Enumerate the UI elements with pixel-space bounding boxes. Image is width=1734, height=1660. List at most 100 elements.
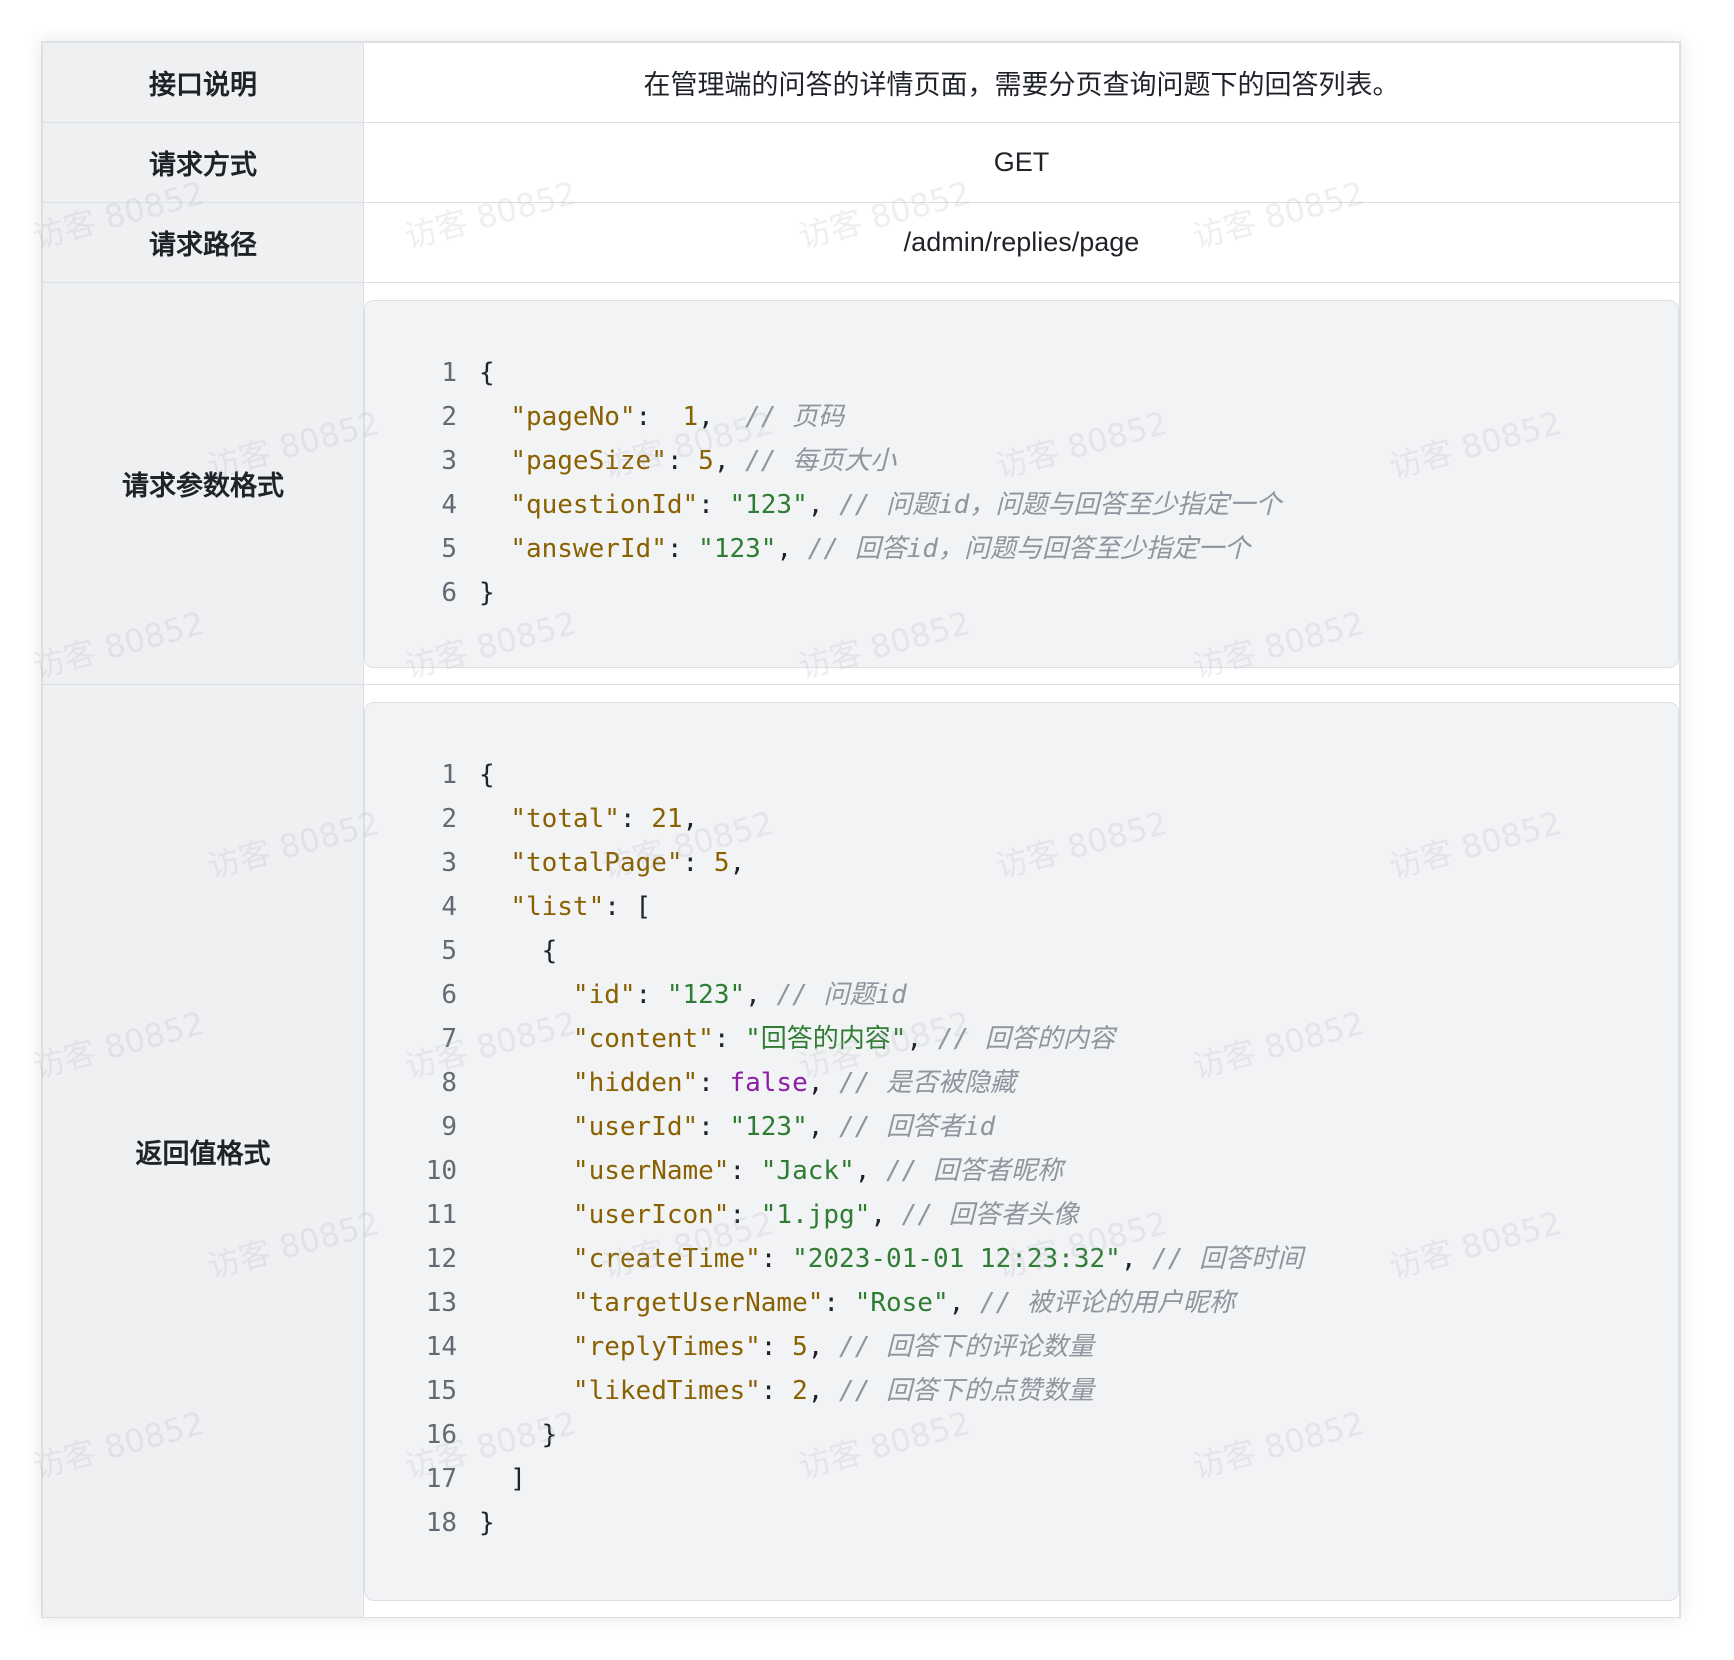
code-token: "pageNo" — [510, 401, 636, 432]
code-token: "targetUserName" — [572, 1287, 824, 1318]
code-token: // 回答者昵称 — [886, 1155, 1063, 1186]
line-number: 4 — [441, 891, 457, 922]
label-response-format: 返回值格式 — [42, 684, 364, 1618]
code-token: false — [729, 1067, 808, 1098]
line-number: 10 — [425, 1155, 457, 1186]
code-token: , — [854, 1155, 887, 1186]
code-token: "likedTimes" — [572, 1375, 761, 1406]
code-token: , — [870, 1199, 902, 1230]
code-token: // 回答下的点赞数量 — [839, 1375, 1095, 1406]
code-token: "totalPage" — [510, 847, 683, 878]
value-path: /admin/replies/page — [363, 202, 1680, 283]
code-token: , — [682, 803, 699, 834]
code-token: "pageSize" — [510, 445, 667, 476]
response-code-block[interactable]: 1{2 "total": 21, 3 "totalPage": 5, 4 "list… — [364, 701, 1679, 1601]
code-token: "1.jpg" — [760, 1199, 871, 1230]
code-line: 2 "pageNo": 1, // 页码 — [365, 395, 1281, 439]
code-token: "content" — [572, 1023, 714, 1054]
line-number: 8 — [441, 1067, 457, 1098]
api-doc-card: 接口说明 在管理端的问答的详情页面，需要分页查询问题下的回答列表。 请求方式 G… — [41, 41, 1681, 1618]
code-token: "123" — [729, 1111, 808, 1142]
code-token: // 回答者头像 — [901, 1199, 1079, 1230]
code-token: } — [479, 1507, 495, 1538]
code-token: : — [713, 1023, 746, 1054]
code-token: // 回答者id — [839, 1111, 996, 1142]
line-number: 13 — [425, 1287, 457, 1318]
code-line: 10 "userName": "Jack", // 回答者昵称 — [365, 1149, 1303, 1193]
line-number: 9 — [441, 1111, 457, 1142]
code-token: ] — [479, 1463, 526, 1494]
code-line: 3 "totalPage": 5, — [365, 841, 1303, 885]
code-token: , — [948, 1287, 980, 1318]
row-response-format: 返回值格式 1{2 "total": 21, 3 "totalPage": 5, 4… — [42, 684, 1680, 1618]
line-number: 3 — [441, 445, 457, 476]
code-token: // 页码 — [745, 401, 845, 432]
code-token: : [ — [604, 891, 652, 922]
code-line: 13 "targetUserName": "Rose", // 被评论的用户昵称 — [365, 1281, 1303, 1325]
request-code-block[interactable]: 1{2 "pageNo": 1, // 页码 3 "pageSize": 5, /… — [364, 299, 1679, 668]
line-number: 16 — [425, 1419, 457, 1450]
code-token: "123" — [698, 533, 777, 564]
code-token: // 问题id — [776, 979, 907, 1010]
code-token: // 回答的内容 — [937, 1023, 1115, 1054]
code-token: "hidden" — [572, 1067, 699, 1098]
line-number: 6 — [441, 979, 457, 1010]
code-token: "questionId" — [510, 489, 699, 520]
code-token: "Rose" — [854, 1287, 949, 1318]
code-token: 5 — [792, 1331, 808, 1362]
code-token: , — [807, 1067, 840, 1098]
code-line: 5 "answerId": "123", // 回答id，问题与回答至少指定一个 — [365, 527, 1281, 571]
code-token: : — [729, 1199, 761, 1230]
line-number: 17 — [425, 1463, 457, 1494]
code-line: 4 "list": [ — [365, 885, 1303, 929]
line-number: 12 — [425, 1243, 457, 1274]
code-line: 15 "likedTimes": 2, // 回答下的点赞数量 — [365, 1369, 1303, 1413]
code-token: "list" — [510, 891, 605, 922]
code-token: : — [698, 1067, 730, 1098]
line-number: 1 — [441, 357, 457, 388]
code-token: : — [682, 847, 714, 878]
code-token: : — [619, 803, 652, 834]
code-token: // 问题id，问题与回答至少指定一个 — [839, 489, 1282, 520]
code-token: { — [479, 935, 558, 966]
code-token: : — [823, 1287, 855, 1318]
code-line: 3 "pageSize": 5, // 每页大小 — [365, 439, 1281, 483]
code-token: "回答的内容" — [745, 1023, 907, 1054]
code-line: 8 "hidden": false, // 是否被隐藏 — [365, 1061, 1303, 1105]
line-number: 18 — [425, 1507, 457, 1538]
row-method: 请求方式 GET — [42, 122, 1680, 203]
line-number: 1 — [441, 759, 457, 790]
code-token: "id" — [572, 979, 636, 1010]
code-line: 9 "userId": "123", // 回答者id — [365, 1105, 1303, 1149]
code-line: 16 } — [365, 1413, 1303, 1457]
code-token: "Jack" — [760, 1155, 855, 1186]
code-token: 2 — [792, 1375, 808, 1406]
code-line: 2 "total": 21, — [365, 797, 1303, 841]
value-method: GET — [363, 122, 1680, 203]
code-line: 17 ] — [365, 1457, 1303, 1501]
code-token: , — [745, 979, 777, 1010]
code-token: { — [479, 759, 495, 790]
code-token: : — [635, 979, 667, 1010]
code-line: 5 { — [365, 929, 1303, 973]
code-line: 14 "replyTimes": 5, // 回答下的评论数量 — [365, 1325, 1303, 1369]
code-token: "userIcon" — [572, 1199, 730, 1230]
code-token: 1 — [682, 401, 699, 432]
code-token: } — [479, 1419, 558, 1450]
code-token: , — [1120, 1243, 1153, 1274]
row-description: 接口说明 在管理端的问答的详情页面，需要分页查询问题下的回答列表。 — [42, 42, 1680, 123]
value-description: 在管理端的问答的详情页面，需要分页查询问题下的回答列表。 — [363, 42, 1680, 123]
code-token: 21 — [651, 803, 683, 834]
code-token: : — [666, 445, 699, 476]
